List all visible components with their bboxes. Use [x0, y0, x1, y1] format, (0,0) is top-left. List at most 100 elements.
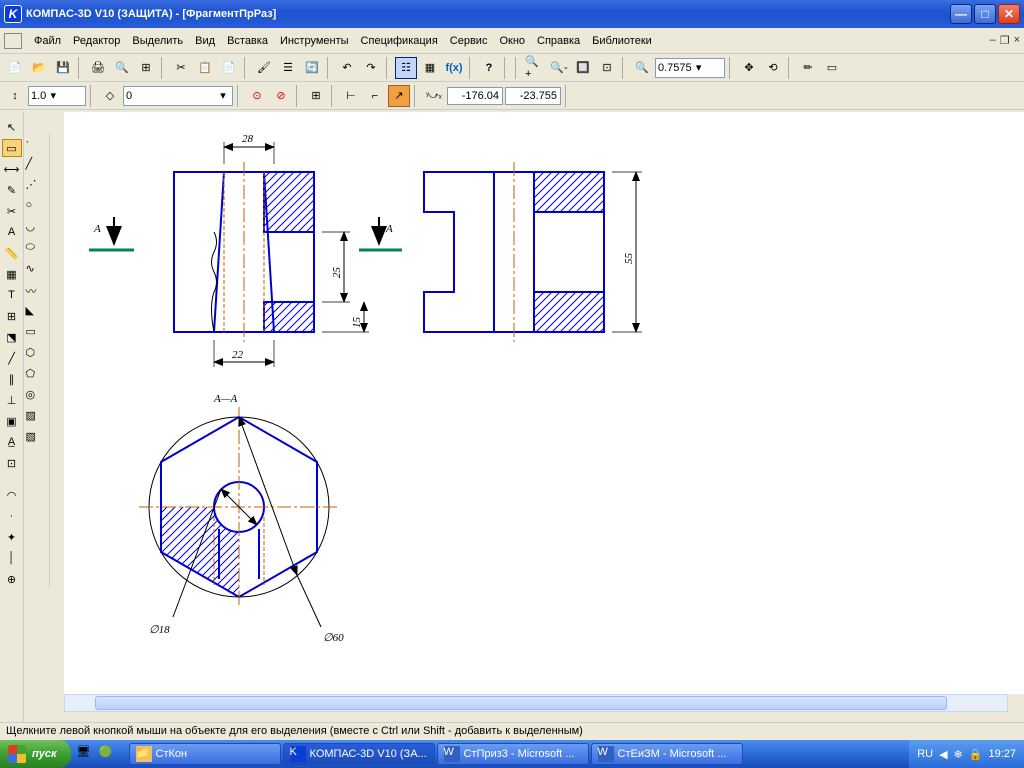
- tool-arrow[interactable]: ↖: [2, 118, 22, 136]
- refresh-button[interactable]: 🔄: [301, 57, 323, 79]
- tool-view1[interactable]: ⬔: [2, 328, 22, 346]
- layers-button[interactable]: ▭: [821, 57, 843, 79]
- task-word2[interactable]: WСтЕиЗМ - Microsoft ...: [591, 743, 743, 765]
- tool-edit[interactable]: ✂: [2, 202, 22, 220]
- menu-file[interactable]: Файл: [28, 32, 67, 50]
- variables-button[interactable]: ☷: [395, 57, 417, 79]
- tool-surface[interactable]: ▣: [2, 412, 22, 430]
- layer-dropdown[interactable]: 0▾: [123, 86, 233, 106]
- tool-measure[interactable]: 📏: [2, 244, 22, 262]
- rotate-button[interactable]: ⟲: [762, 57, 784, 79]
- ql-app-icon[interactable]: 🟢: [99, 745, 117, 763]
- tool-spark[interactable]: ✦: [2, 528, 22, 546]
- geo-point[interactable]: ·: [26, 136, 48, 154]
- menu-window[interactable]: Окно: [493, 32, 531, 50]
- tray-lang[interactable]: RU: [917, 748, 933, 760]
- drawing-canvas[interactable]: 28 22 25 15 А: [64, 112, 1024, 694]
- tool-geometry[interactable]: ▭: [2, 139, 22, 157]
- geo-polygon[interactable]: ⬡: [26, 346, 48, 364]
- props-button[interactable]: ☰: [277, 57, 299, 79]
- paste-button[interactable]: 📄: [218, 57, 240, 79]
- fx-button[interactable]: f(x): [443, 57, 465, 79]
- print-button[interactable]: 🖨: [87, 57, 109, 79]
- scale-dropdown[interactable]: 1.0▾: [28, 86, 86, 106]
- coord-mode-button[interactable]: ʸ⤻ₓ: [423, 85, 445, 107]
- ortho-active-button[interactable]: ↗: [388, 85, 410, 107]
- menu-help[interactable]: Справка: [531, 32, 586, 50]
- pan-button[interactable]: ✥: [738, 57, 760, 79]
- close-button[interactable]: ✕: [998, 4, 1020, 24]
- tool-line[interactable]: ╱: [2, 349, 22, 367]
- line-style-button[interactable]: ↕: [4, 85, 26, 107]
- geo-contour[interactable]: ⬠: [26, 367, 48, 385]
- menu-view[interactable]: Вид: [189, 32, 221, 50]
- maximize-button[interactable]: □: [974, 4, 996, 24]
- tray-clock[interactable]: 19:27: [988, 748, 1016, 760]
- tray-icon1[interactable]: ◀: [939, 748, 947, 761]
- minimize-button[interactable]: —: [950, 4, 972, 24]
- zoom-out-button[interactable]: 🔍-: [548, 57, 570, 79]
- task-word1[interactable]: WСтПриз3 - Microsoft ...: [437, 743, 589, 765]
- menu-libs[interactable]: Библиотеки: [586, 32, 658, 50]
- tool-select[interactable]: ▦: [2, 265, 22, 283]
- coord-x-field[interactable]: -176.04: [447, 87, 503, 105]
- ql-desktop-icon[interactable]: 🖥: [77, 745, 95, 763]
- geo-line[interactable]: ╱: [26, 157, 48, 175]
- menu-spec[interactable]: Спецификация: [355, 32, 444, 50]
- scrollbar-horizontal[interactable]: [64, 694, 1008, 712]
- snap2-button[interactable]: ⊘: [270, 85, 292, 107]
- brush-button[interactable]: 🖌: [253, 57, 275, 79]
- tool-pipe[interactable]: │: [2, 549, 22, 567]
- grid-button[interactable]: ⊞: [135, 57, 157, 79]
- geo-hatch1[interactable]: ▨: [26, 409, 48, 427]
- geo-ellipse[interactable]: ⬭: [26, 241, 48, 259]
- menu-select[interactable]: Выделить: [126, 32, 189, 50]
- geo-arc[interactable]: ◡: [26, 220, 48, 238]
- tool-notation[interactable]: ✎: [2, 181, 22, 199]
- zoom-scale-button[interactable]: 🔍: [631, 57, 653, 79]
- zoom-fit-button[interactable]: ⊡: [596, 57, 618, 79]
- tool-param[interactable]: A: [2, 223, 22, 241]
- menu-service[interactable]: Сервис: [444, 32, 494, 50]
- start-button[interactable]: пуск: [0, 740, 71, 768]
- redo-button[interactable]: ↷: [360, 57, 382, 79]
- ortho1-button[interactable]: ⊢: [340, 85, 362, 107]
- mdi-close-icon[interactable]: ×: [1014, 34, 1020, 47]
- copy-button[interactable]: 📋: [194, 57, 216, 79]
- geo-circle[interactable]: ○: [26, 199, 48, 217]
- tool-parallel[interactable]: ∥: [2, 370, 22, 388]
- zoom-window-button[interactable]: 🔲: [572, 57, 594, 79]
- geo-rectangle[interactable]: ▭: [26, 325, 48, 343]
- open-button[interactable]: 📂: [28, 57, 50, 79]
- tray-icon2[interactable]: ❄: [954, 748, 963, 761]
- cut-button[interactable]: ✂: [170, 57, 192, 79]
- tool-dimension[interactable]: ⟷: [2, 160, 22, 178]
- geo-hatch2[interactable]: ▧: [26, 430, 48, 448]
- task-kompas[interactable]: KКОМПАС-3D V10 (ЗА...: [283, 743, 435, 765]
- zoom-in-button[interactable]: 🔍+: [524, 57, 546, 79]
- spec-button[interactable]: ▦: [419, 57, 441, 79]
- coord-y-field[interactable]: -23.755: [505, 87, 561, 105]
- preview-button[interactable]: 🔍: [111, 57, 133, 79]
- tool-letter[interactable]: A̲: [2, 433, 22, 451]
- menu-editor[interactable]: Редактор: [67, 32, 126, 50]
- geo-spline[interactable]: ∿: [26, 262, 48, 280]
- tool-tolerance[interactable]: ⊡: [2, 454, 22, 472]
- tool-table[interactable]: ⊞: [2, 307, 22, 325]
- tool-point[interactable]: ·: [2, 507, 22, 525]
- mdi-minimize-icon[interactable]: –: [990, 34, 996, 47]
- save-button[interactable]: 💾: [52, 57, 74, 79]
- snap1-button[interactable]: ⊙: [246, 85, 268, 107]
- geo-equidist[interactable]: ◎: [26, 388, 48, 406]
- grid-snap-button[interactable]: ⊞: [305, 85, 327, 107]
- help-button[interactable]: ?: [478, 57, 500, 79]
- tray-icon3[interactable]: 🔒: [969, 748, 983, 761]
- ortho2-button[interactable]: ⌐: [364, 85, 386, 107]
- highlight-button[interactable]: ✏: [797, 57, 819, 79]
- document-icon[interactable]: [4, 33, 22, 49]
- tool-arc[interactable]: ◠: [2, 486, 22, 504]
- geo-aux[interactable]: ⋰: [26, 178, 48, 196]
- zoom-dropdown[interactable]: 0.7575▾: [655, 58, 725, 78]
- geo-bezier[interactable]: 〰: [26, 283, 48, 301]
- mdi-restore-icon[interactable]: ❐: [1000, 34, 1010, 47]
